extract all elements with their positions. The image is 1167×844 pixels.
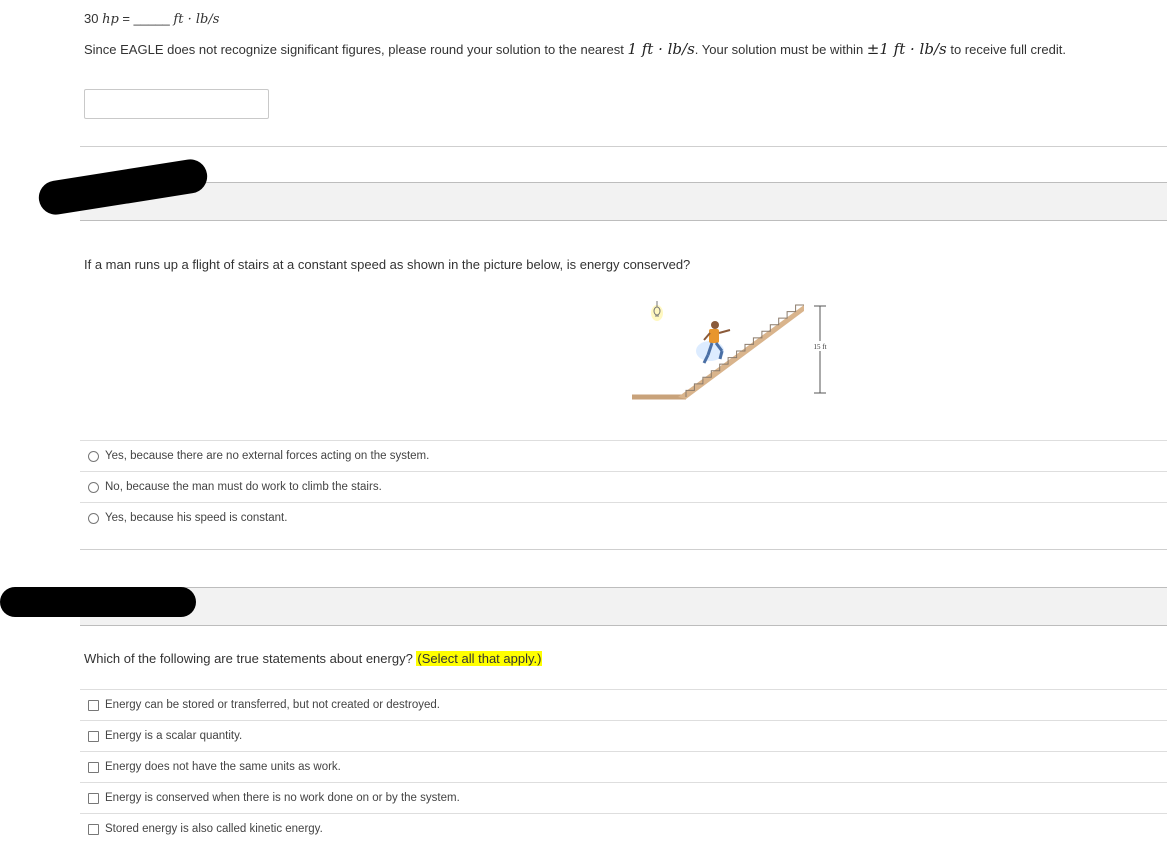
question-stem: Which of the following are true statemen… [84,651,413,666]
target-unit: ft · lb/s [173,12,220,27]
height-label: 15 ft [813,343,826,351]
note-precision: 1 ft · lb/s [627,40,695,58]
answer-blank: _____ [133,11,170,26]
question-text: If a man runs up a flight of stairs at a… [84,257,691,272]
runner-figure [696,321,731,364]
question-header-band [80,182,1167,221]
option-row[interactable]: Energy can be stored or transferred, but… [80,689,1167,720]
option-label: Yes, because there are no external force… [105,450,430,462]
radio-button[interactable] [88,450,99,462]
option-label: Energy is a scalar quantity. [105,730,243,742]
conversion-equation: 30 hp = _____ ft · lb/s [84,11,219,27]
note-text-2: . Your solution must be within [694,42,867,57]
answer-input[interactable] [84,89,269,119]
option-label: Energy does not have the same units as w… [105,761,341,773]
checkbox[interactable] [88,792,99,804]
redaction-mark [0,587,196,617]
radio-button[interactable] [88,512,99,524]
option-label: Energy can be stored or transferred, but… [105,699,440,711]
checkbox[interactable] [88,699,99,711]
radio-button[interactable] [88,481,99,493]
option-row[interactable]: Energy does not have the same units as w… [80,751,1167,782]
option-label: Stored energy is also called kinetic ene… [105,823,323,835]
checkbox[interactable] [88,730,99,742]
select-all-instruction: (Select all that apply.) [416,651,543,666]
equals-sign: = [122,11,131,26]
note-text-3: to receive full credit. [946,42,1066,57]
note-tolerance: ±1 ft · lb/s [866,40,947,58]
divider [80,146,1167,147]
lightbulb-icon [651,301,663,321]
note-text-1: Since EAGLE does not recognize significa… [84,42,628,57]
option-row[interactable]: Yes, because there are no external force… [80,440,1167,471]
option-label: Yes, because his speed is constant. [105,512,288,524]
stairs-figure: 15 ft [632,301,829,400]
option-row[interactable]: Energy is conserved when there is no wor… [80,782,1167,813]
option-row[interactable]: Energy is a scalar quantity. [80,720,1167,751]
option-row[interactable]: No, because the man must do work to clim… [80,471,1167,502]
option-row[interactable]: Yes, because his speed is constant. [80,502,1167,533]
checkbox[interactable] [88,761,99,773]
question-text: Which of the following are true statemen… [84,651,543,666]
option-label: No, because the man must do work to clim… [105,481,382,493]
option-row[interactable]: Stored energy is also called kinetic ene… [80,813,1167,844]
option-label: Energy is conserved when there is no wor… [105,792,460,804]
hp-value: 30 [84,11,99,26]
question-header-band [80,587,1167,626]
hp-unit: hp [102,12,119,27]
checkbox[interactable] [88,823,99,835]
divider [80,549,1167,550]
rounding-instructions: Since EAGLE does not recognize significa… [84,40,1066,58]
